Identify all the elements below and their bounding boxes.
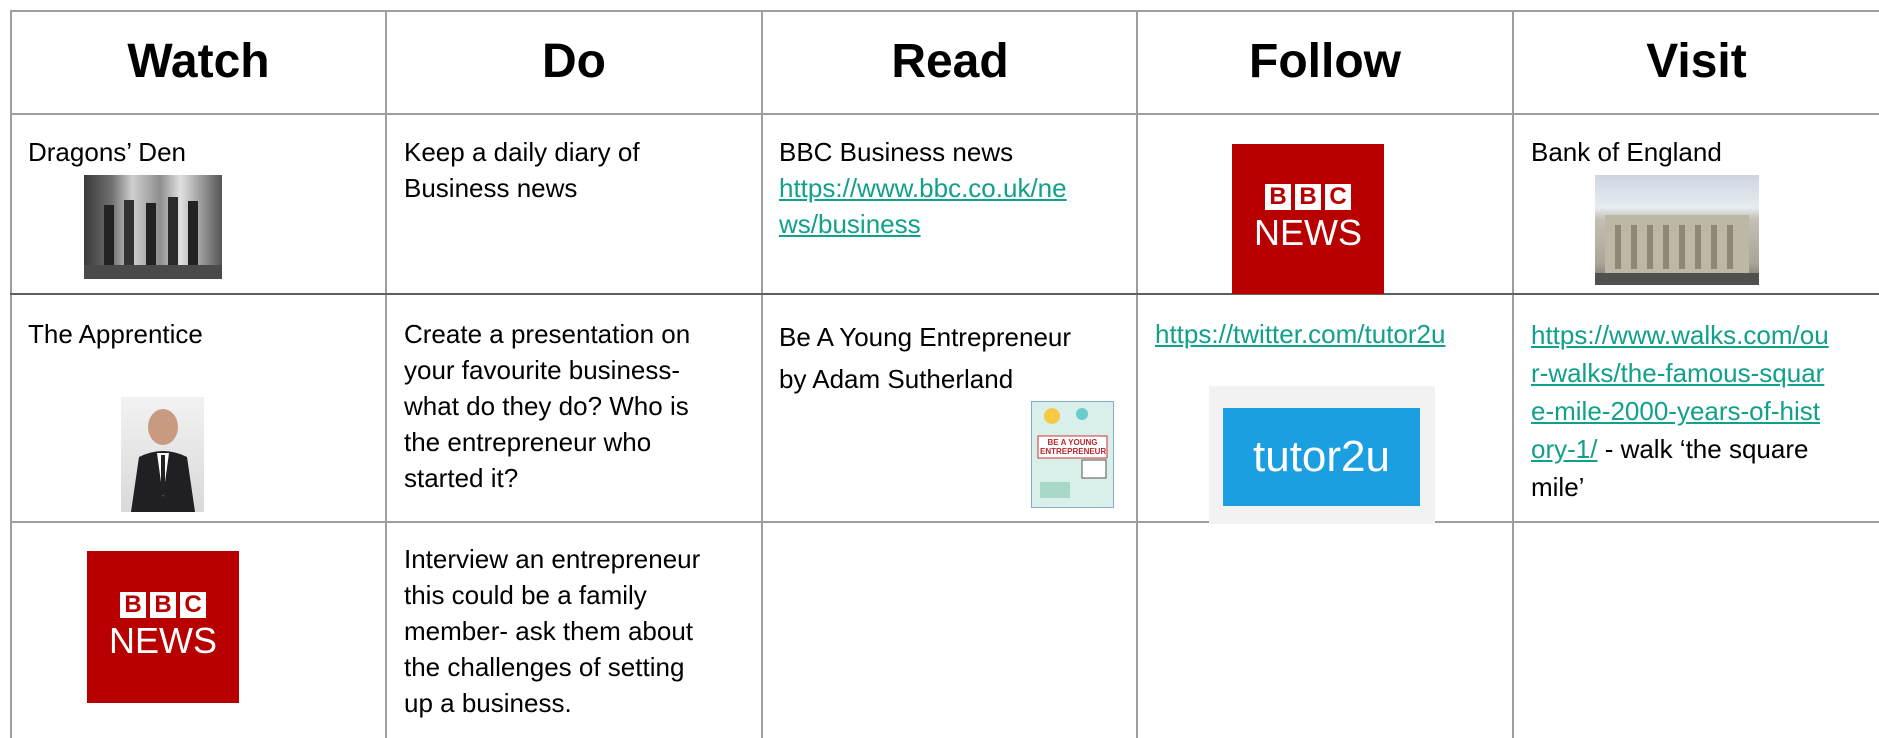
row-divider <box>10 293 1879 295</box>
tutor2u-text: tutor2u <box>1253 432 1390 481</box>
text-line: the challenges of setting <box>404 652 685 682</box>
column-divider <box>1512 10 1514 738</box>
tutor2u-twitter-link[interactable]: https://twitter.com/tutor2u <box>1155 319 1445 349</box>
visit-bank-of-england: Bank of England <box>1531 137 1722 167</box>
read-bbc-business-title: BBC Business news <box>779 137 1014 167</box>
bbc-business-link-cont[interactable]: ws/business <box>779 209 921 239</box>
bbc-block: B <box>120 591 146 618</box>
bbc-news-logo: B B C NEWS <box>1232 144 1384 294</box>
do-keep-diary: Keep a daily diary of Business news <box>404 137 640 203</box>
header-do: Do <box>542 35 606 88</box>
walks-link[interactable]: https://www.walks.com/ou <box>1531 320 1829 350</box>
bank-building <box>1595 215 1759 285</box>
text-line: Create a presentation on <box>404 319 691 349</box>
column-divider <box>385 10 387 738</box>
header-watch: Watch <box>127 35 270 88</box>
follow-tutor2u-link-cell[interactable]: https://twitter.com/tutor2u <box>1155 316 1445 352</box>
walks-link-cont[interactable]: r-walks/the-famous-squar <box>1531 358 1824 388</box>
table-border <box>10 10 12 738</box>
bbc-news-text: NEWS <box>1254 212 1362 253</box>
read-bbc-business-link-1[interactable]: https://www.bbc.co.uk/ne <box>779 170 1067 206</box>
walks-link-line[interactable]: https://www.walks.com/ou <box>1531 316 1829 354</box>
do-create-presentation: Create a presentation on your favourite … <box>404 316 744 496</box>
apprentice-image <box>121 397 204 512</box>
header-read: Read <box>891 35 1009 88</box>
watch-the-apprentice: The Apprentice <box>28 319 203 349</box>
text-line: Be A Young Entrepreneur <box>779 322 1072 352</box>
column-divider <box>761 10 763 738</box>
watch-dragons-den: Dragons’ Den <box>28 137 187 167</box>
activity-table: Watch Do Read Follow Visit Dragons’ Den … <box>10 10 1879 738</box>
book-title-line: ENTREPRENEUR <box>1040 447 1107 456</box>
read-bbc-business-link-2[interactable]: ws/business <box>779 206 921 242</box>
bank-of-england-image <box>1595 175 1759 285</box>
row-divider <box>10 521 1879 523</box>
walks-link-cont[interactable]: e-mile-2000-years-of-hist <box>1531 396 1820 426</box>
bbc-block: C <box>1325 183 1351 210</box>
dragons-den-figures <box>84 197 222 279</box>
bbc-block: C <box>180 591 206 618</box>
dragons-den-image <box>84 175 222 279</box>
text-line: the entrepreneur who <box>404 427 652 457</box>
walks-description-line: mile’ <box>1531 472 1585 502</box>
text-line: started it? <box>404 463 519 493</box>
book-title: BE A YOUNG ENTREPRENEUR <box>1040 438 1107 456</box>
read-young-entrepreneur: Be A Young Entrepreneur by Adam Sutherla… <box>779 316 1071 400</box>
walks-link-cont[interactable]: ory-1/ <box>1531 434 1597 464</box>
book-title-line: BE A YOUNG <box>1047 438 1098 447</box>
bbc-news-logo: B B C NEWS <box>87 551 239 703</box>
header-follow: Follow <box>1249 35 1401 88</box>
text-line: by Adam Sutherland <box>779 364 1014 394</box>
bbc-business-link[interactable]: https://www.bbc.co.uk/ne <box>779 173 1067 203</box>
column-divider <box>1136 10 1138 738</box>
bbc-block: B <box>1295 183 1321 210</box>
do-interview-entrepreneur: Interview an entrepreneur this could be … <box>404 541 744 721</box>
walks-link-line[interactable]: e-mile-2000-years-of-hist <box>1531 392 1829 430</box>
text-line: your favourite business- <box>404 355 681 385</box>
text-line: Interview an entrepreneur <box>404 544 701 574</box>
row-divider <box>10 113 1879 115</box>
text-line: up a business. <box>404 688 572 718</box>
walks-link-line[interactable]: ory-1/ - walk ‘the square <box>1531 430 1829 468</box>
bbc-news-text: NEWS <box>109 620 217 661</box>
tutor2u-logo: tutor2u <box>1223 408 1420 506</box>
bbc-block: B <box>150 591 176 618</box>
apprentice-person <box>131 409 195 512</box>
text-line: member- ask them about <box>404 616 694 646</box>
book-cover-image: BE A YOUNG ENTREPRENEUR <box>1031 401 1114 508</box>
bbc-blocks: B B C <box>1265 183 1351 210</box>
tutor2u-logo-frame: tutor2u <box>1209 386 1435 524</box>
visit-walks-cell: https://www.walks.com/ou r-walks/the-fam… <box>1531 316 1829 506</box>
walks-link-line[interactable]: r-walks/the-famous-squar <box>1531 354 1829 392</box>
text-line: this could be a family <box>404 580 647 610</box>
walks-description: - walk ‘the square <box>1597 434 1809 464</box>
text-line: what do they do? Who is <box>404 391 689 421</box>
bbc-blocks: B B C <box>120 591 206 618</box>
bbc-block: B <box>1265 183 1291 210</box>
header-visit: Visit <box>1646 35 1747 88</box>
